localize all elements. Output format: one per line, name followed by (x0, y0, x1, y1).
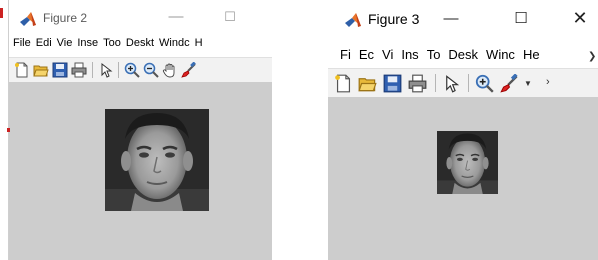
minimize-button[interactable]: — (167, 9, 185, 25)
figure-3-titlebar[interactable]: Figure 3 — ☐ ✕ (328, 0, 598, 34)
toolbar-separator (468, 74, 469, 92)
print-icon[interactable] (408, 74, 427, 93)
open-folder-icon[interactable] (358, 74, 377, 93)
menu-file[interactable]: File (13, 37, 31, 49)
toolbar-separator (435, 74, 436, 92)
brush-icon[interactable] (500, 74, 519, 93)
new-file-icon[interactable] (14, 62, 30, 78)
figure-2-titlebar[interactable]: Figure 2 — ☐ (9, 0, 272, 34)
menu-insert[interactable]: Ins (401, 47, 418, 62)
menu-insert[interactable]: Inse (77, 37, 98, 49)
menu-desktop[interactable]: Desk (448, 47, 478, 62)
pan-hand-icon[interactable] (162, 62, 178, 78)
menu-view[interactable]: Vie (57, 37, 73, 49)
menu-view[interactable]: Vi (382, 47, 393, 62)
matlab-icon (345, 13, 361, 27)
figure-canvas[interactable] (328, 97, 598, 260)
menu-tools[interactable]: To (427, 47, 441, 62)
menu-help[interactable]: He (523, 47, 540, 62)
window-edge-marker (0, 8, 3, 18)
figure-2-window: Figure 2 — ☐ File Edi Vie Inse Too Deskt Windc… (8, 0, 272, 260)
close-button[interactable]: ✕ (571, 9, 589, 27)
save-icon[interactable] (52, 62, 68, 78)
window-edge-marker (7, 128, 10, 132)
menu-tools[interactable]: Too (103, 37, 121, 49)
menu-edit[interactable]: Edi (36, 37, 52, 49)
maximize-button[interactable]: ☐ (221, 9, 239, 25)
toolbar-separator (118, 62, 119, 78)
maximize-button[interactable]: ☐ (512, 11, 530, 27)
menu-edit[interactable]: Ec (359, 47, 374, 62)
select-arrow-icon[interactable] (442, 74, 461, 93)
toolbar-separator (92, 62, 93, 78)
face-photo-small (437, 131, 498, 194)
face-photo (105, 109, 209, 211)
select-arrow-icon[interactable] (98, 62, 114, 78)
menu-window[interactable]: Windc (159, 37, 190, 49)
zoom-in-icon[interactable] (475, 74, 494, 93)
save-icon[interactable] (383, 74, 402, 93)
window-title: Figure 3 (368, 11, 420, 27)
brush-dropdown-icon[interactable]: ▼ (524, 79, 532, 88)
menu-bar: Fi Ec Vi Ins To Desk Winc He ❯ (328, 47, 598, 65)
open-folder-icon[interactable] (33, 62, 49, 78)
menu-overflow-icon[interactable]: ❯ (588, 51, 596, 62)
menu-bar: File Edi Vie Inse Too Deskt Windc H (9, 37, 272, 55)
toolbar: ▼ › (328, 68, 598, 98)
print-icon[interactable] (71, 62, 87, 78)
matlab-icon (20, 12, 36, 26)
menu-help[interactable]: H (195, 37, 203, 49)
menu-window[interactable]: Winc (486, 47, 515, 62)
desktop-canvas: Figure 2 — ☐ File Edi Vie Inse Too Deskt Windc… (0, 0, 598, 260)
menu-file[interactable]: Fi (340, 47, 351, 62)
menu-desktop[interactable]: Deskt (126, 37, 154, 49)
new-file-icon[interactable] (334, 74, 353, 93)
zoom-in-icon[interactable] (124, 62, 140, 78)
figure-3-window: Figure 3 — ☐ ✕ Fi Ec Vi Ins To Desk Winc He ❯ (328, 0, 598, 260)
toolbar-overflow-icon[interactable]: › (546, 76, 550, 88)
brush-icon[interactable] (181, 62, 197, 78)
toolbar (9, 57, 272, 83)
minimize-button[interactable]: — (442, 11, 460, 27)
zoom-out-icon[interactable] (143, 62, 159, 78)
figure-canvas[interactable] (9, 82, 272, 260)
window-title: Figure 2 (43, 11, 88, 25)
